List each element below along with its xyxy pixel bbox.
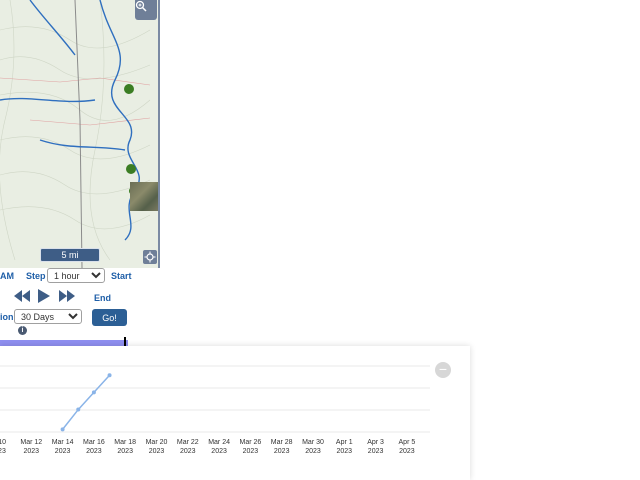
locate-button[interactable] — [143, 250, 157, 264]
chart-x-tick-label: Mar 26 2023 — [239, 439, 262, 455]
chart-x-tick-label: Mar 24 2023 — [208, 439, 230, 455]
play-button[interactable] — [38, 289, 50, 306]
chart-x-tick-label: Mar 20 2023 — [145, 439, 168, 455]
chart-series-line — [62, 374, 111, 430]
rewind-icon — [14, 290, 30, 302]
chart-x-tick-label: Mar 28 2023 — [270, 439, 293, 455]
photo-thumbnail[interactable] — [130, 182, 158, 211]
chart-x-tick-label: Mar 22 2023 — [176, 439, 199, 455]
chart-x-tick-label: Mar 12 2023 — [20, 439, 43, 455]
chart-x-tick-label: Apr 5 2023 — [398, 439, 416, 455]
station-marker[interactable] — [124, 84, 134, 94]
chart-data-point[interactable] — [60, 427, 65, 432]
time-suffix: AM — [0, 271, 14, 281]
duration-select[interactable]: 30 Days — [14, 309, 82, 324]
zoom-in-icon — [135, 0, 147, 12]
playback-controls: AM Step 1 hour Start End ion 30 Days Go!… — [0, 268, 160, 338]
minus-icon: − — [438, 361, 448, 377]
minimize-chart-button[interactable]: − — [435, 362, 451, 378]
chart-data-point[interactable] — [107, 373, 112, 378]
duration-label: ion — [0, 312, 14, 322]
scale-bar: 5 mi — [40, 248, 100, 262]
map-view[interactable]: 5 mi — [0, 0, 160, 268]
fast-forward-button[interactable] — [59, 290, 75, 305]
chart-panel: r 10023 Mar 122023 Mar 142023 Mar 162023 Mar… — [0, 346, 470, 480]
chart-x-tick-label: Mar 30 2023 — [302, 439, 324, 455]
zoom-in-button[interactable] — [135, 0, 157, 20]
step-select[interactable]: 1 hour — [47, 268, 105, 283]
locate-icon — [144, 251, 156, 263]
rewind-button[interactable] — [14, 290, 30, 305]
chart-x-tick-label: r 10023 — [0, 439, 7, 455]
chart-data-point[interactable] — [76, 407, 81, 412]
step-label: Step — [26, 271, 46, 281]
chart-x-tick-label: Apr 3 2023 — [367, 439, 384, 455]
chart-data-point[interactable] — [91, 390, 96, 395]
panel-edge — [470, 346, 640, 480]
chart-x-tick-label: Apr 1 2023 — [335, 439, 353, 455]
line-chart — [0, 365, 430, 433]
play-icon — [38, 289, 50, 303]
map-terrain — [0, 0, 151, 268]
start-label: Start — [111, 271, 132, 281]
end-label: End — [94, 293, 111, 303]
station-marker[interactable] — [126, 164, 136, 174]
fast-forward-icon — [59, 290, 75, 302]
chart-x-tick-label: Mar 16 2023 — [82, 439, 105, 455]
chart-x-tick-label: Mar 14 2023 — [51, 439, 74, 455]
go-button[interactable]: Go! — [92, 309, 127, 326]
chart-x-tick-label: Mar 18 2023 — [114, 439, 137, 455]
info-icon[interactable]: i — [18, 326, 27, 335]
